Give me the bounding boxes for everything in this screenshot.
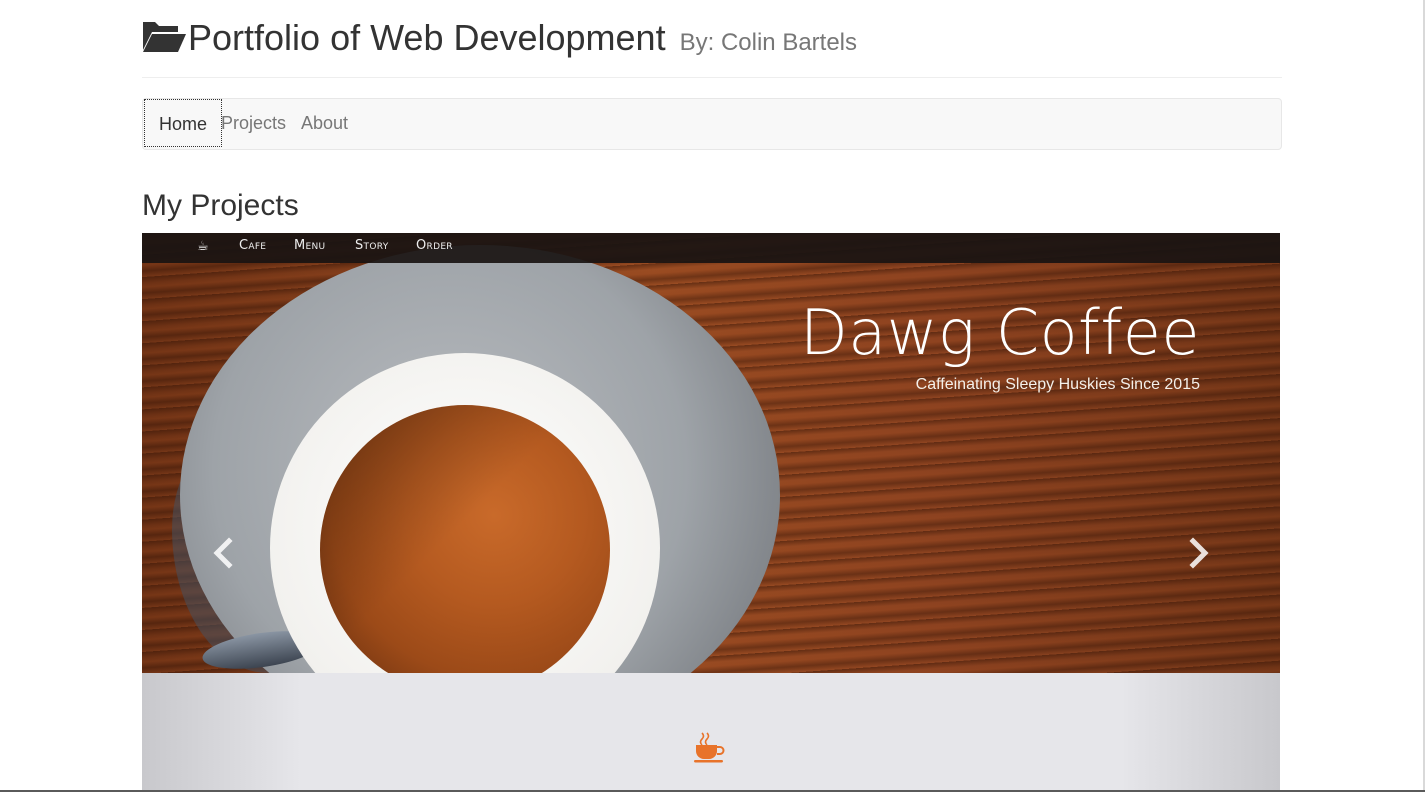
main-container: Portfolio of Web Development By: Colin B… [142, 0, 1282, 792]
navbar: Home Projects About [142, 98, 1282, 150]
slide-nav-cafe: Cafe [239, 238, 267, 253]
page-subtitle: By: Colin Bartels [679, 29, 858, 56]
slide-subtitle: Caffeinating Sleepy Huskies Since 2015 [915, 376, 1200, 393]
coffee-cup-icon [693, 731, 727, 763]
page: Portfolio of Web Development By: Colin B… [0, 0, 1425, 792]
coffee-cup-icon: ☕ [197, 238, 209, 253]
chevron-left-icon [213, 537, 233, 569]
slide-title: Dawg Coffee [799, 296, 1200, 369]
page-title: Portfolio of Web Development By: Colin B… [142, 16, 857, 65]
carousel-prev-button[interactable] [204, 533, 244, 573]
chevron-right-icon [1189, 537, 1209, 569]
slide-lower-section [142, 673, 1280, 792]
project-carousel[interactable]: ☕ Cafe Menu Story Order Dawg Coffee Caff… [142, 233, 1280, 792]
nav-about[interactable]: About [301, 99, 348, 147]
page-title-text: Portfolio of Web Development [188, 17, 666, 58]
nav-projects[interactable]: Projects [221, 99, 286, 147]
slide-nav-order: Order [416, 238, 453, 253]
folder-open-icon [143, 22, 186, 52]
section-title: My Projects [142, 189, 299, 222]
carousel-next-button[interactable] [1178, 533, 1218, 573]
carousel-slide[interactable]: ☕ Cafe Menu Story Order Dawg Coffee Caff… [142, 233, 1280, 673]
slide-site-nav: ☕ Cafe Menu Story Order [142, 233, 1280, 263]
slide-nav-menu: Menu [294, 238, 326, 253]
slide-nav-story: Story [355, 238, 389, 253]
page-header: Portfolio of Web Development By: Colin B… [142, 0, 1282, 78]
nav-home[interactable]: Home [144, 99, 223, 147]
